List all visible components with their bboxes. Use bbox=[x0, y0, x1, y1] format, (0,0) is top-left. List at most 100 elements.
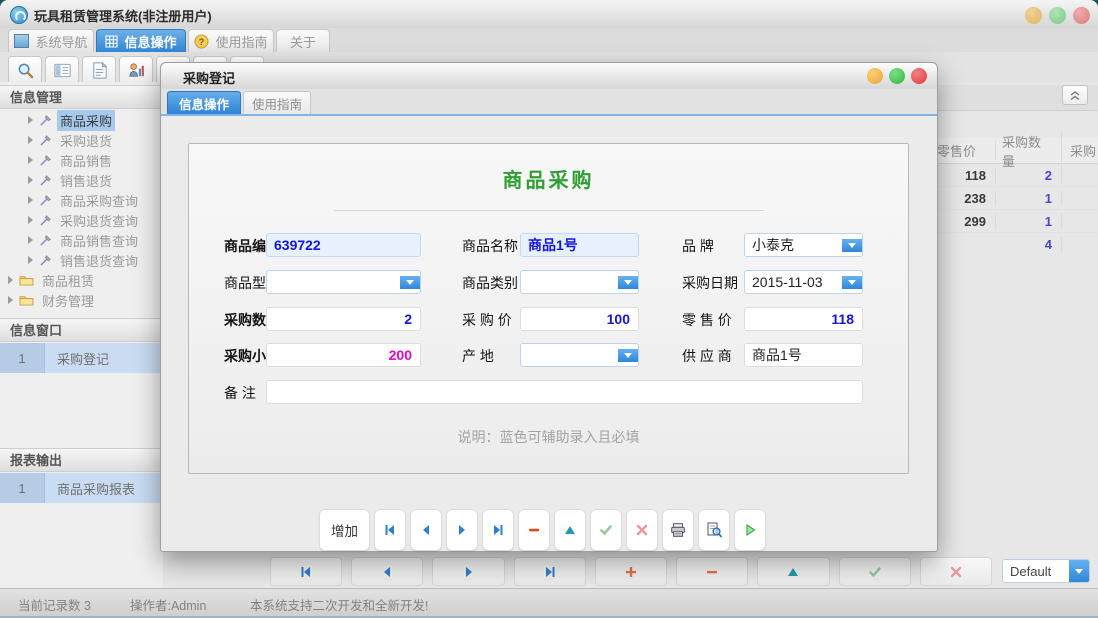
subtotal-input[interactable]: 200 bbox=[266, 343, 421, 367]
tree-item-purchase-query[interactable]: 商品采购查询 bbox=[0, 190, 163, 210]
dialog-maximize-button[interactable] bbox=[889, 68, 905, 84]
chevron-down-icon[interactable] bbox=[842, 276, 862, 289]
window-titlebar[interactable]: 玩具租赁管理系统(非注册用户) bbox=[0, 0, 1098, 29]
prev-record-button[interactable] bbox=[351, 557, 423, 586]
last-icon bbox=[490, 522, 506, 538]
section-info-management[interactable]: 信息管理 bbox=[0, 85, 163, 109]
chevron-down-icon[interactable] bbox=[618, 349, 638, 362]
chevron-down-icon[interactable] bbox=[842, 239, 862, 252]
tree-item-purchase-return[interactable]: 采购退货 bbox=[0, 130, 163, 150]
svg-text:?: ? bbox=[199, 36, 205, 46]
chevron-down-icon[interactable] bbox=[400, 276, 420, 289]
print-preview-button[interactable] bbox=[698, 509, 730, 551]
confirm-button[interactable] bbox=[839, 557, 911, 586]
first-icon bbox=[298, 564, 314, 580]
expand-arrow-icon[interactable] bbox=[28, 116, 33, 124]
report-row[interactable]: 1 商品采购报表 bbox=[0, 473, 163, 503]
tree-item-goods-sale[interactable]: 商品销售 bbox=[0, 150, 163, 170]
document-button[interactable] bbox=[82, 56, 116, 85]
tab-about[interactable]: 关于 bbox=[276, 29, 330, 52]
prev-record-button[interactable] bbox=[410, 509, 442, 551]
remark-input[interactable] bbox=[266, 380, 863, 404]
col-retail-price[interactable]: 零售价 bbox=[930, 141, 996, 160]
search-button[interactable] bbox=[8, 56, 42, 85]
section-report-output[interactable]: 报表输出 bbox=[0, 448, 163, 472]
maximize-button[interactable] bbox=[1049, 7, 1066, 24]
dialog-tab-info-operation[interactable]: 信息操作 bbox=[167, 91, 241, 114]
table-row[interactable]: 299 1 bbox=[930, 210, 1098, 233]
quantity-input[interactable]: 2 bbox=[266, 307, 421, 331]
expand-arrow-icon[interactable] bbox=[28, 136, 33, 144]
expand-arrow-icon[interactable] bbox=[28, 216, 33, 224]
folder-icon bbox=[19, 294, 34, 306]
tab-info-operation[interactable]: 信息操作 bbox=[96, 29, 186, 52]
collapse-panel-button[interactable] bbox=[1062, 85, 1088, 105]
product-code-input[interactable]: 639722 bbox=[266, 233, 421, 257]
edit-record-button[interactable] bbox=[554, 509, 586, 551]
purchase-register-dialog: 采购登记 信息操作 使用指南 商品采购 商品编号 639722 商品名称 bbox=[160, 62, 938, 552]
brand-select[interactable]: 小泰克 bbox=[744, 233, 863, 257]
delete-record-button[interactable] bbox=[518, 509, 550, 551]
cancel-button[interactable] bbox=[626, 509, 658, 551]
delete-record-button[interactable] bbox=[676, 557, 748, 586]
retail-price-label: 零 售 价 bbox=[682, 310, 732, 330]
info-window-row[interactable]: 1 采购登记 bbox=[0, 343, 163, 373]
edit-record-button[interactable] bbox=[757, 557, 829, 586]
cancel-button[interactable] bbox=[920, 557, 992, 586]
tab-user-guide[interactable]: ? 使用指南 bbox=[188, 29, 274, 52]
retail-price-input[interactable]: 118 bbox=[744, 307, 863, 331]
tree-item-sale-query[interactable]: 商品销售查询 bbox=[0, 230, 163, 250]
last-record-button[interactable] bbox=[482, 509, 514, 551]
col-purchase-qty[interactable]: 采购数量 bbox=[996, 132, 1062, 170]
dialog-titlebar[interactable]: 采购登记 bbox=[161, 63, 937, 90]
table-row[interactable]: 238 1 bbox=[930, 187, 1098, 210]
first-record-button[interactable] bbox=[270, 557, 342, 586]
chevron-down-icon[interactable] bbox=[1069, 560, 1089, 582]
dialog-minimize-button[interactable] bbox=[867, 68, 883, 84]
expand-arrow-icon[interactable] bbox=[28, 156, 33, 164]
expand-arrow-icon[interactable] bbox=[8, 276, 13, 284]
category-label: 商品类别 bbox=[462, 273, 518, 293]
app-icon bbox=[10, 6, 28, 24]
model-select[interactable] bbox=[266, 270, 421, 294]
list-icon bbox=[53, 61, 72, 80]
expand-arrow-icon[interactable] bbox=[28, 236, 33, 244]
tree-item-sale-return[interactable]: 销售退货 bbox=[0, 170, 163, 190]
dialog-tab-user-guide[interactable]: 使用指南 bbox=[243, 91, 311, 114]
tree-item-goods-purchase[interactable]: 商品采购 bbox=[0, 110, 163, 130]
add-record-button[interactable] bbox=[595, 557, 667, 586]
first-record-button[interactable] bbox=[374, 509, 406, 551]
tree-item-sale-return-query[interactable]: 销售退货查询 bbox=[0, 250, 163, 270]
purchase-date-select[interactable]: 2015-11-03 bbox=[744, 270, 863, 294]
col-purchase-truncated[interactable]: 采购 bbox=[1062, 141, 1098, 160]
profile-select[interactable]: Default bbox=[1002, 559, 1090, 583]
minimize-button[interactable] bbox=[1025, 7, 1042, 24]
tree-item-purchase-return-query[interactable]: 采购退货查询 bbox=[0, 210, 163, 230]
add-button[interactable]: 增加 bbox=[319, 509, 370, 551]
table-row[interactable]: 118 2 bbox=[930, 164, 1098, 187]
next-record-button[interactable] bbox=[446, 509, 478, 551]
confirm-button[interactable] bbox=[590, 509, 622, 551]
supplier-input[interactable]: 商品1号 bbox=[744, 343, 863, 367]
expand-arrow-icon[interactable] bbox=[28, 256, 33, 264]
tab-system-nav[interactable]: 系统导航 bbox=[8, 29, 94, 52]
next-record-button[interactable] bbox=[432, 557, 504, 586]
expand-arrow-icon[interactable] bbox=[28, 176, 33, 184]
tree-folder-goods-rental[interactable]: 商品租赁 bbox=[0, 270, 163, 290]
category-select[interactable] bbox=[520, 270, 639, 294]
print-button[interactable] bbox=[662, 509, 694, 551]
expand-arrow-icon[interactable] bbox=[28, 196, 33, 204]
price-input[interactable]: 100 bbox=[520, 307, 639, 331]
dialog-close-button[interactable] bbox=[911, 68, 927, 84]
product-name-input[interactable]: 商品1号 bbox=[520, 233, 639, 257]
last-record-button[interactable] bbox=[514, 557, 586, 586]
expand-arrow-icon[interactable] bbox=[8, 296, 13, 304]
execute-button[interactable] bbox=[734, 509, 766, 551]
origin-select[interactable] bbox=[520, 343, 639, 367]
close-button[interactable] bbox=[1073, 7, 1090, 24]
tree-folder-finance[interactable]: 财务管理 bbox=[0, 290, 163, 310]
user-report-button[interactable] bbox=[119, 56, 153, 85]
list-view-button[interactable] bbox=[45, 56, 79, 85]
section-info-windows[interactable]: 信息窗口 bbox=[0, 318, 163, 342]
chevron-down-icon[interactable] bbox=[618, 276, 638, 289]
